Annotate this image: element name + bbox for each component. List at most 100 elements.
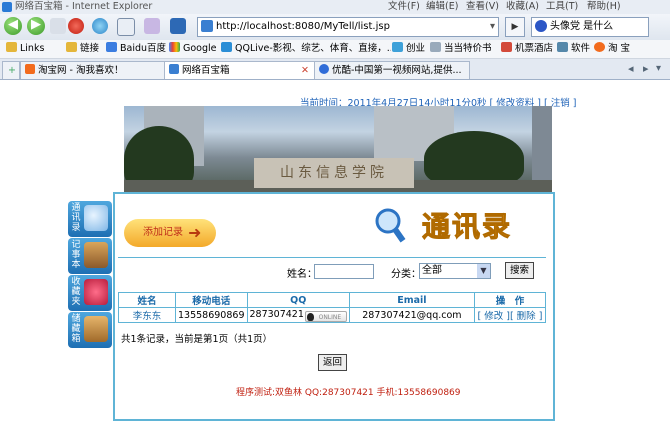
favorites-icon	[84, 279, 108, 305]
home-icon[interactable]	[117, 18, 135, 36]
address-url: http://localhost:8080/MyTell/list.jsp	[216, 21, 390, 32]
tab-youku[interactable]: 优酷-中国第一视频网站,提供...	[314, 61, 470, 79]
tab-label: 网络百宝箱	[182, 65, 230, 76]
qqlive-icon	[221, 42, 232, 52]
edit-link[interactable]: [ 修改 ]	[478, 311, 510, 322]
folder-icon	[6, 42, 17, 52]
page-icon	[201, 20, 213, 32]
fav-label: 创业	[406, 43, 426, 54]
sidebar-item-notebook[interactable]: 记事本	[68, 238, 112, 274]
tab-label: 淘宝网 - 淘我喜欢！	[38, 65, 124, 76]
name-label: 姓名：	[287, 269, 317, 280]
table-header-row: 姓名 移动电话 QQ Email 操 作	[118, 292, 547, 308]
fav-label: 链接	[80, 43, 100, 54]
col-qq: QQ	[246, 292, 350, 308]
qq-online-badge[interactable]: ONLINE	[304, 310, 347, 322]
menu-view[interactable]: 查看(V)	[466, 0, 499, 14]
chevron-down-icon[interactable]: ▼	[477, 264, 490, 278]
back-page-button[interactable]: 返回	[318, 354, 347, 371]
qq-status-text: ONLINE	[318, 313, 342, 321]
col-actions: 操 作	[473, 292, 547, 308]
sidebar-item-storage[interactable]: 储藏箱	[68, 312, 112, 348]
divider	[118, 257, 546, 258]
fav-flights[interactable]: 机票酒店	[501, 40, 553, 58]
fav-label: QQLive-影视、综艺、体育、直接，...	[235, 43, 391, 54]
contacts-table: 姓名 移动电话 QQ Email 操 作 李东东 13558690869 287…	[118, 292, 547, 323]
menu-tools[interactable]: 工具(T)	[546, 0, 578, 14]
search-value: 头像党 是什么	[550, 21, 614, 32]
tab-scroll-right-icon[interactable]: ▸	[643, 59, 649, 79]
baidu-paw-icon	[535, 20, 547, 32]
page-icon	[392, 42, 403, 52]
fav-startup[interactable]: 创业	[392, 40, 425, 58]
search-input[interactable]: 头像党 是什么	[531, 17, 649, 37]
forward-arrow-icon: ▶	[31, 17, 41, 32]
record-summary: 共1条记录，当前是第1页（共1页）	[121, 334, 273, 345]
arrow-right-icon: ➜	[188, 223, 202, 242]
back-button[interactable]: ◀	[4, 17, 22, 35]
fav-label: Links	[20, 43, 45, 54]
address-book-icon	[84, 205, 108, 231]
fav-links[interactable]: Links	[6, 40, 44, 58]
fav-google[interactable]: Google	[169, 40, 217, 58]
fav-label: 淘 宝	[608, 43, 631, 54]
fav-baidu[interactable]: Baidu百度	[106, 40, 166, 58]
tab-taobao[interactable]: 淘宝网 - 淘我喜欢！	[20, 61, 166, 79]
address-book-logo: 通讯录	[374, 203, 544, 247]
baidu-icon	[106, 42, 117, 52]
chevron-down-icon[interactable]: ▾	[490, 18, 495, 36]
search-button[interactable]: 搜索	[505, 262, 534, 279]
refresh-icon[interactable]	[92, 18, 108, 34]
history-dropdown-button[interactable]	[50, 18, 66, 34]
tab-label: 优酷-中国第一视频网站,提供...	[332, 65, 462, 76]
qq-number: 287307421	[249, 308, 304, 320]
cell-qq: 287307421 ONLINE	[246, 307, 350, 323]
table-row: 李东东 13558690869 287307421 ONLINE 28730742…	[118, 307, 547, 323]
reader-icon[interactable]	[170, 18, 186, 34]
window-title: 网络百宝箱 - Internet Explorer	[15, 1, 153, 12]
sidebar-item-address-book[interactable]: 通讯录	[68, 201, 112, 237]
fav-label: 当当特价书	[444, 43, 492, 54]
magnifier-icon	[375, 208, 406, 243]
category-label: 分类：	[391, 269, 421, 280]
add-record-button[interactable]: 添加记录 ➜	[124, 219, 216, 247]
sidebar-item-favorites[interactable]: 收藏夹	[68, 275, 112, 311]
fav-software[interactable]: 软件	[557, 40, 590, 58]
menu-help[interactable]: 帮助(H)	[587, 0, 621, 14]
name-search-input[interactable]	[314, 264, 374, 279]
back-arrow-icon: ◀	[8, 17, 18, 32]
youku-icon	[319, 64, 329, 74]
print-icon[interactable]	[144, 18, 160, 34]
notebook-icon	[84, 242, 108, 268]
col-email: Email	[348, 292, 475, 308]
fav-taobao[interactable]: 淘 宝	[594, 40, 630, 58]
category-select[interactable]: 全部 ▼	[419, 263, 491, 279]
forward-button[interactable]: ▶	[27, 17, 45, 35]
menu-file[interactable]: 文件(F)	[388, 0, 420, 14]
delete-link[interactable]: [ 删除 ]	[510, 311, 542, 322]
tab-scroll-left-icon[interactable]: ◂	[628, 59, 634, 79]
cell-actions: [ 修改 ][ 删除 ]	[473, 307, 547, 323]
new-tab-button[interactable]: +	[2, 61, 20, 79]
menu-edit[interactable]: 编辑(E)	[426, 0, 458, 14]
fav-qqlive[interactable]: QQLive-影视、综艺、体育、直接，...	[221, 40, 391, 58]
ctrip-icon	[501, 42, 512, 52]
tab-close-icon[interactable]: ✕	[301, 62, 309, 79]
banner-photo: 山东信息学院	[124, 106, 552, 192]
fav-dangdang[interactable]: 当当特价书	[430, 40, 492, 58]
storage-box-icon	[84, 316, 108, 342]
sidebar-item-label: 通讯录	[71, 203, 81, 233]
tab-network-box[interactable]: 网络百宝箱 ✕	[164, 61, 316, 79]
stop-icon[interactable]	[68, 18, 84, 34]
address-input[interactable]: http://localhost:8080/MyTell/list.jsp ▾	[197, 17, 499, 37]
col-mobile: 移动电话	[175, 292, 248, 308]
fav-link-folder[interactable]: 链接	[66, 40, 99, 58]
sidebar-item-label: 收藏夹	[71, 277, 81, 307]
fav-label: 软件	[571, 43, 591, 54]
favorites-bar: Links 链接 Baidu百度 Google QQLive-影视、综艺、体育、…	[0, 40, 670, 59]
campus-sign: 山东信息学院	[254, 158, 414, 188]
menu-favorites[interactable]: 收藏(A)	[506, 0, 539, 14]
go-button[interactable]: ▶	[505, 17, 525, 37]
add-record-label: 添加记录	[143, 227, 183, 238]
tab-list-icon[interactable]: ▾	[656, 59, 661, 79]
